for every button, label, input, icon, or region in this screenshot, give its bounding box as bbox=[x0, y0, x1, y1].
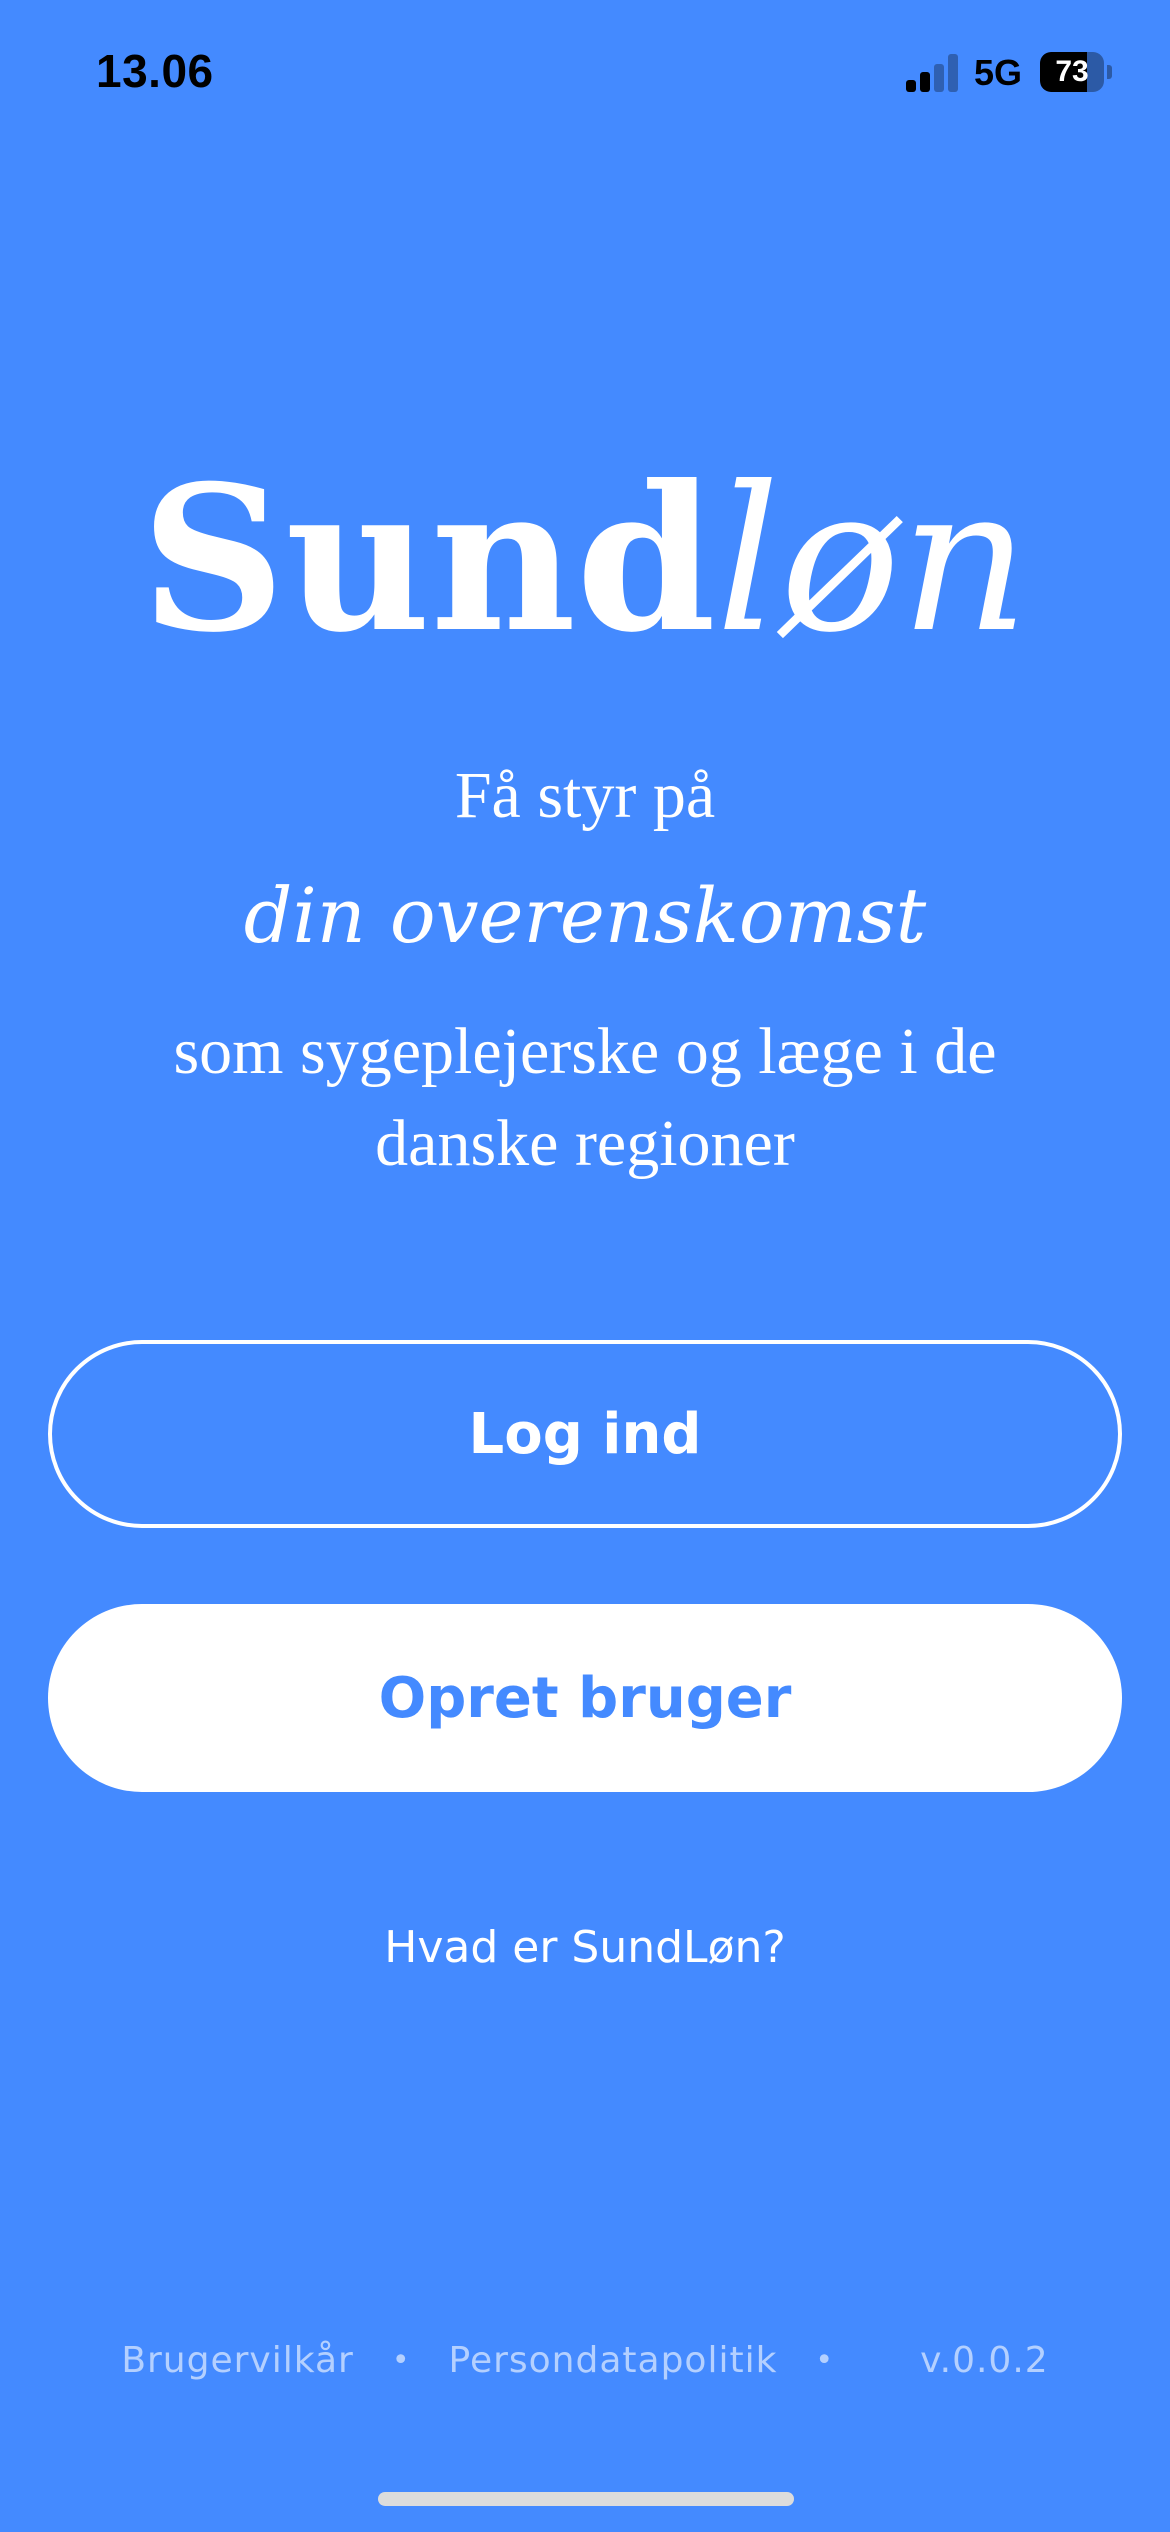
tagline-line-3-text: som sygeplejerske og læge i de danske re… bbox=[173, 1015, 997, 1180]
login-button[interactable]: Log ind bbox=[48, 1340, 1122, 1528]
app-version: v.0.0.2 bbox=[920, 2339, 1049, 2381]
battery-icon: 73 bbox=[1040, 52, 1112, 92]
status-time: 13.06 bbox=[96, 45, 214, 97]
home-indicator[interactable] bbox=[378, 2492, 794, 2506]
about-sundlon-link[interactable]: Hvad er SundLøn? bbox=[0, 1918, 1170, 1978]
signal-bar bbox=[906, 80, 916, 92]
tagline-line-1: Få styr på bbox=[454, 759, 716, 832]
signal-bar bbox=[948, 54, 958, 92]
footer-separator: • bbox=[815, 2342, 835, 2378]
network-type-label: 5G bbox=[974, 52, 1023, 93]
terms-link[interactable]: Brugervilkår bbox=[121, 2340, 354, 2381]
signal-bar bbox=[934, 64, 944, 92]
footer-separator: • bbox=[391, 2342, 411, 2378]
cellular-signal-icon bbox=[906, 54, 960, 92]
status-bar: 13.06 5G 73 bbox=[0, 0, 1170, 150]
app-logo: Sundløn bbox=[0, 440, 1170, 681]
logo-part-sund: Sund bbox=[140, 442, 716, 677]
footer: Brugervilkår • Persondatapolitik • v.0.0… bbox=[0, 2330, 1170, 2390]
create-user-button[interactable]: Opret bruger bbox=[48, 1604, 1122, 1792]
tagline-line-2: din overenskomst bbox=[243, 871, 927, 960]
create-user-button-label: Opret bruger bbox=[378, 1665, 792, 1731]
signal-bar bbox=[920, 72, 930, 92]
logo-part-lon: løn bbox=[715, 444, 1030, 677]
battery-cap bbox=[1107, 65, 1112, 79]
battery-percent: 73 bbox=[1055, 55, 1089, 88]
privacy-policy-link[interactable]: Persondatapolitik bbox=[449, 2340, 778, 2381]
tagline-line-3: som sygeplejerske og læge i de danske re… bbox=[0, 1006, 1170, 1190]
login-button-label: Log ind bbox=[468, 1401, 702, 1467]
battery-body: 73 bbox=[1040, 52, 1104, 92]
